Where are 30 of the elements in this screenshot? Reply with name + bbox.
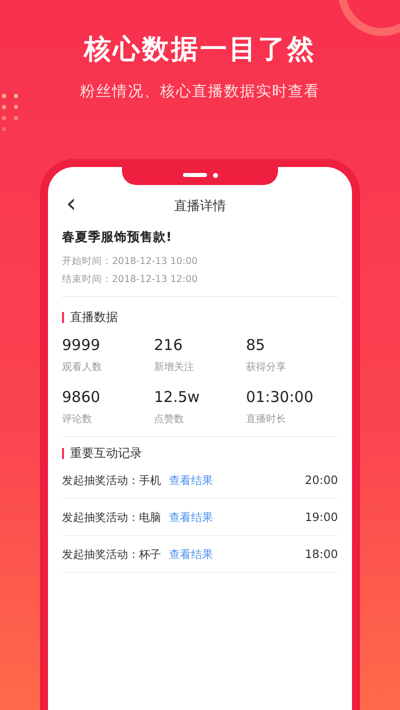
record-time: 19:00 [304,510,338,524]
view-result-link[interactable]: 查看结果 [169,510,213,524]
stat-label: 新增关注 [154,360,195,374]
back-button[interactable]: ‹ [62,191,80,217]
stat-value: 12.5w [154,388,201,406]
stat-value: 9999 [62,336,102,354]
stat-value: 216 [154,336,184,354]
stat-value: 85 [246,336,266,354]
section-title: 重要互动记录 [70,445,142,462]
view-result-link[interactable]: 查看结果 [169,472,213,488]
stat-value: 9860 [62,388,102,406]
stat-label: 观看人数 [62,360,103,374]
event-name: 春夏季服饰预售款! [62,229,173,246]
view-result-link[interactable]: 查看结果 [169,546,213,562]
stat-label: 获得分享 [246,360,287,374]
stat-label: 评论数 [62,413,93,426]
headline: 核心数据一目了然 [84,33,316,67]
record-time: 18:00 [304,547,338,561]
stat-label: 直播时长 [246,412,287,426]
stat-label: 点赞数 [154,412,185,426]
stat-value: 01:30:00 [246,388,314,406]
record-time: 20:00 [304,473,338,487]
start-time: 开始时间：2018-12-13 10:00 [62,255,199,268]
record-text: 发起抽奖活动：杯子 [62,546,161,562]
screen-title: 直播详情 [174,198,226,215]
record-text: 发起抽奖活动：手机 [62,472,161,488]
end-time: 结束时间：2018-12-13 12:00 [62,273,199,286]
record-text: 发起抽奖活动：电脑 [62,510,161,524]
section-title: 直播数据 [70,309,118,326]
subheadline: 粉丝情况、核心直播数据实时查看 [80,82,320,101]
